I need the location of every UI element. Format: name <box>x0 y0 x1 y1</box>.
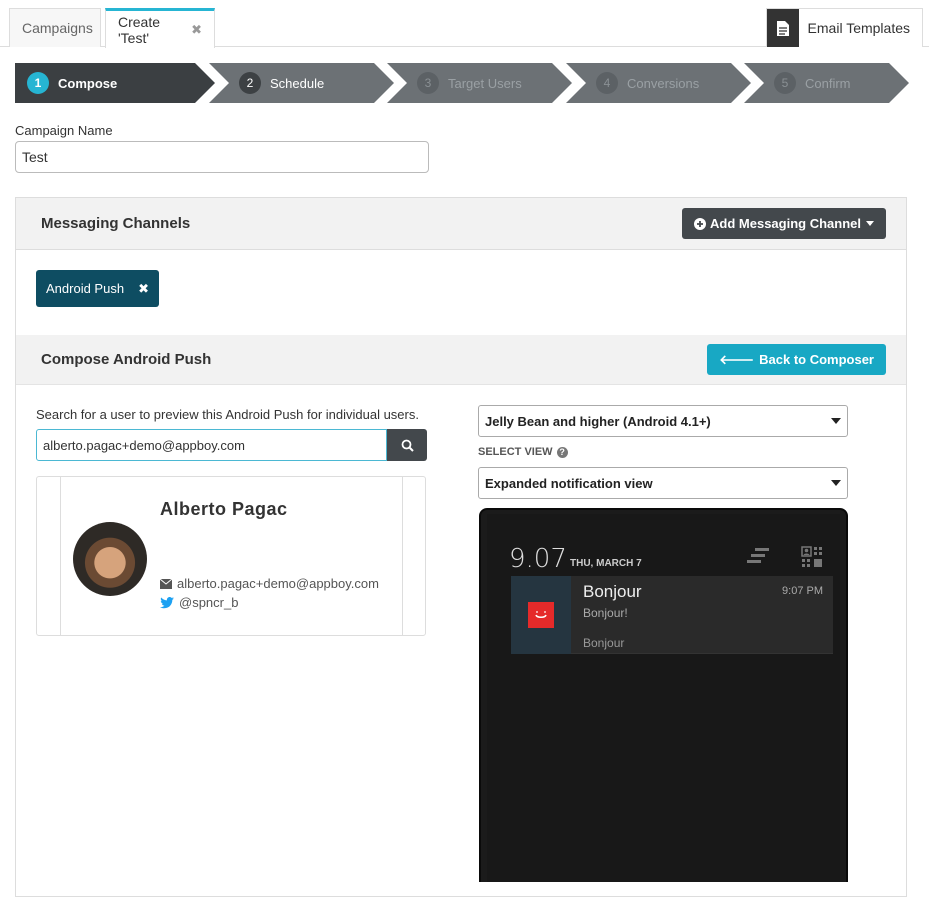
close-tab-icon[interactable]: ✖ <box>191 22 202 38</box>
step-conversions[interactable]: 4 Conversions <box>566 63 751 103</box>
campaign-name-label: Campaign Name <box>15 123 113 138</box>
user-twitter-row: @spncr_b <box>160 595 238 610</box>
chip-label: Android Push <box>46 281 125 296</box>
user-email: alberto.pagac+demo@appboy.com <box>177 576 379 591</box>
phone-time: 9.07 <box>509 544 567 574</box>
step-number: 5 <box>774 72 796 94</box>
user-email-row: alberto.pagac+demo@appboy.com <box>160 576 379 591</box>
help-icon[interactable]: ? <box>556 446 568 458</box>
remove-chip-icon[interactable]: ✖ <box>138 281 149 297</box>
tab-create-test-label: Create 'Test' <box>118 13 161 46</box>
step-label: Compose <box>58 75 118 91</box>
back-to-composer-button[interactable]: 🡐 Back to Composer <box>707 344 886 375</box>
search-hint: Search for a user to preview this Androi… <box>36 407 419 422</box>
add-messaging-channel-label: Add Messaging Channel <box>710 216 861 231</box>
select-view-label: SELECT VIEW ? <box>478 446 568 458</box>
tab-create-test[interactable]: Create 'Test' ✖ <box>105 8 215 48</box>
notification-title: Bonjour <box>583 582 642 601</box>
push-notification[interactable]: Bonjour 9:07 PM Bonjour! Bonjour <box>511 576 833 654</box>
twitter-icon <box>160 596 174 608</box>
top-tab-bar: Campaigns Create 'Test' ✖ Email Template… <box>0 0 929 48</box>
android-version-value: Jelly Bean and higher (Android 4.1+) <box>485 413 711 429</box>
arrow-left-icon: 🡐 <box>719 351 755 367</box>
step-number: 1 <box>27 72 49 94</box>
android-push-chip[interactable]: Android Push ✖ <box>36 270 159 307</box>
notification-view-select[interactable]: Expanded notification view <box>478 467 848 499</box>
step-label: Schedule <box>270 75 325 91</box>
phone-date: THU, MARCH 7 <box>570 558 642 569</box>
app-icon <box>511 576 571 654</box>
tab-campaigns[interactable]: Campaigns <box>9 8 101 47</box>
step-number: 3 <box>417 72 439 94</box>
step-compose[interactable]: 1 Compose <box>15 63 215 103</box>
step-label: Confirm <box>805 75 851 91</box>
search-icon <box>401 439 414 452</box>
messaging-channels-title: Messaging Channels <box>41 215 191 232</box>
add-messaging-channel-button[interactable]: Add Messaging Channel <box>682 208 886 239</box>
step-number: 2 <box>239 72 261 94</box>
app-logo-icon <box>528 602 554 628</box>
step-target-users[interactable]: 3 Target Users <box>387 63 572 103</box>
channel-chip-area: Android Push ✖ <box>16 250 906 335</box>
caret-down-icon <box>866 221 874 226</box>
notification-body: Bonjour! <box>583 606 628 620</box>
user-card: Alberto Pagac alberto.pagac+demo@appboy.… <box>36 476 426 636</box>
quick-settings-icon <box>801 546 822 567</box>
notification-settings-icon <box>747 548 769 563</box>
campaign-stepper: 1 Compose 2 Schedule 3 Target Users 4 Co… <box>15 63 910 103</box>
email-templates-label: Email Templates <box>807 20 910 36</box>
email-templates-button[interactable]: Email Templates <box>765 8 923 47</box>
plus-circle-icon <box>694 217 707 230</box>
phone-preview: 9.07 THU, MARCH 7 Bonjour 9:07 PM Bonjou… <box>479 508 848 882</box>
envelope-icon <box>160 578 172 589</box>
user-search-input[interactable] <box>36 429 387 461</box>
search-button[interactable] <box>387 429 427 461</box>
select-view-text: SELECT VIEW <box>478 446 553 458</box>
back-to-composer-label: Back to Composer <box>759 352 874 367</box>
avatar <box>73 522 147 596</box>
phone-screen: 9.07 THU, MARCH 7 Bonjour 9:07 PM Bonjou… <box>487 514 840 882</box>
notification-summary: Bonjour <box>583 636 625 650</box>
step-schedule[interactable]: 2 Schedule <box>209 63 394 103</box>
step-label: Conversions <box>627 75 700 91</box>
caret-down-icon <box>831 418 841 424</box>
messaging-channels-header: Messaging Channels Add Messaging Channel <box>16 198 906 250</box>
step-label: Target Users <box>448 75 522 91</box>
step-number: 4 <box>596 72 618 94</box>
user-twitter: @spncr_b <box>179 595 239 610</box>
notification-view-value: Expanded notification view <box>485 475 653 491</box>
step-confirm[interactable]: 5 Confirm <box>744 63 909 103</box>
document-icon <box>766 9 799 47</box>
compose-header: Compose Android Push 🡐 Back to Composer <box>16 335 906 385</box>
campaign-name-input[interactable] <box>15 141 429 173</box>
compose-title: Compose Android Push <box>41 351 212 368</box>
user-name: Alberto Pagac <box>160 499 288 519</box>
tab-campaigns-label: Campaigns <box>22 20 93 36</box>
notification-time: 9:07 PM <box>782 585 823 597</box>
android-version-select[interactable]: Jelly Bean and higher (Android 4.1+) <box>478 405 848 437</box>
caret-down-icon <box>831 480 841 486</box>
